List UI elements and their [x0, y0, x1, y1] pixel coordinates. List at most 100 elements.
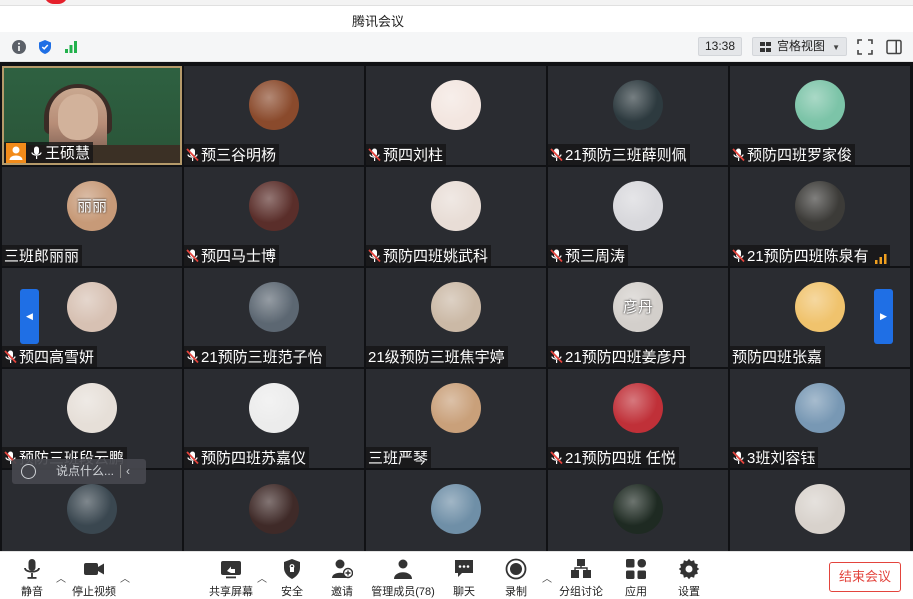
breakout-icon [570, 558, 592, 580]
participant-tile[interactable]: 预三谷明杨 [184, 66, 364, 165]
participant-name: 三班郎丽丽 [4, 248, 80, 265]
participant-name-bar: 预防四班罗家俊 [730, 144, 856, 165]
network-signal-icon[interactable] [62, 38, 79, 55]
participant-tile[interactable]: 王硕慧 [2, 66, 182, 165]
collapse-chevron-icon[interactable]: ‹ [126, 459, 130, 484]
participant-name-bar: 21预防四班姜彦丹 [548, 346, 690, 367]
avatar [613, 383, 663, 433]
participant-name-bar: 21预防三班薛则佩 [548, 144, 690, 165]
participant-tile[interactable]: 预防四班姚武科 [366, 167, 546, 266]
participant-name: 预三周涛 [565, 248, 626, 265]
chat-placeholder: 说点什么... [56, 464, 115, 478]
avatar [613, 181, 663, 231]
participant-tile[interactable]: 丽丽三班郎丽丽 [2, 167, 182, 266]
participant-tile[interactable] [366, 470, 546, 551]
grid-view-icon [760, 42, 771, 52]
participant-name: 21预防四班 任悦 [565, 450, 676, 467]
share-options-chevron-icon[interactable]: ︿ [257, 570, 267, 585]
participant-tile[interactable] [548, 470, 728, 551]
previous-page-button[interactable]: ◀ [20, 289, 39, 344]
record-button[interactable]: 录制 [502, 558, 530, 598]
avatar [249, 383, 299, 433]
microphone-icon [30, 146, 43, 160]
participant-name-bar: 21级预防三班焦宇婷 [366, 346, 508, 367]
participant-tile[interactable]: 预三周涛 [548, 167, 728, 266]
info-icon[interactable] [10, 38, 27, 55]
participant-tile[interactable]: 21级预防三班焦宇婷 [366, 268, 546, 367]
avatar [67, 383, 117, 433]
participant-tile[interactable]: 预防四班罗家俊 [730, 66, 910, 165]
muted-microphone-icon [186, 450, 199, 465]
participant-tile[interactable]: 21预防三班范子怡 [184, 268, 364, 367]
audio-options-chevron-icon[interactable]: ︿ [56, 570, 66, 585]
participant-tile[interactable]: 3班刘容钰 [730, 369, 910, 468]
participant-tile[interactable]: 21预防三班薛则佩 [548, 66, 728, 165]
participant-tile[interactable]: 三班严琴 [366, 369, 546, 468]
breakout-rooms-button[interactable]: 分组讨论 [558, 558, 604, 598]
avatar [613, 80, 663, 130]
record-label: 录制 [505, 586, 527, 598]
manage-members-button[interactable]: 管理成员(78) [370, 558, 436, 598]
chevron-right-icon: ▶ [880, 311, 887, 321]
avatar [249, 282, 299, 332]
stop-video-button[interactable]: 停止视频 [70, 558, 118, 598]
avatar [431, 484, 481, 534]
divider [120, 465, 121, 478]
participant-name-bar: 预三周涛 [548, 245, 629, 266]
share-screen-icon [220, 558, 242, 580]
muted-microphone-icon [550, 349, 563, 364]
participant-tile[interactable]: 预四马士博 [184, 167, 364, 266]
share-screen-label: 共享屏幕 [209, 586, 253, 598]
avatar [795, 181, 845, 231]
security-button[interactable]: 安全 [278, 558, 306, 598]
record-options-chevron-icon[interactable]: ︿ [542, 570, 552, 585]
record-icon [505, 558, 527, 580]
end-meeting-button[interactable]: 结束会议 [829, 562, 901, 592]
share-screen-button[interactable]: 共享屏幕 [207, 558, 255, 598]
invite-label: 邀请 [331, 586, 353, 598]
next-page-button[interactable]: ▶ [874, 289, 893, 344]
avatar: 丽丽 [67, 181, 117, 231]
participant-tile[interactable]: 预四刘柱 [366, 66, 546, 165]
apps-button[interactable]: 应用 [622, 558, 650, 598]
shield-icon[interactable] [36, 38, 53, 55]
emoji-icon[interactable] [21, 464, 36, 479]
settings-button[interactable]: 设置 [675, 558, 703, 598]
avatar-text: 丽丽 [76, 198, 107, 215]
participant-name-bar: 21预防三班范子怡 [184, 346, 326, 367]
chat-label: 聊天 [453, 586, 475, 598]
chat-input[interactable]: 说点什么... ‹ [12, 459, 146, 484]
participant-name: 21预防三班范子怡 [201, 349, 323, 366]
participant-name: 王硕慧 [45, 145, 91, 162]
view-mode-label: 宫格视图 [777, 39, 826, 53]
host-badge-icon [6, 142, 26, 163]
participant-tile[interactable]: 21预防四班 任悦 [548, 369, 728, 468]
meeting-window: 腾讯会议 13:38 宫格视图 ▼ 王硕慧 预三谷明杨 预四刘柱 21预防三班薛则佩预… [0, 0, 913, 599]
security-label: 安全 [281, 586, 303, 598]
participant-tile[interactable] [184, 470, 364, 551]
participant-name: 预四高雪妍 [19, 349, 95, 366]
participant-tile[interactable]: 彦丹 21预防四班姜彦丹 [548, 268, 728, 367]
chat-bubble-icon [453, 558, 475, 580]
participant-name: 3班刘容钰 [747, 450, 816, 467]
participant-name-bar: 21预防四班陈泉有 [730, 245, 890, 266]
participant-tile[interactable]: 21预防四班陈泉有 [730, 167, 910, 266]
participant-tile[interactable] [730, 470, 910, 551]
participant-name: 21预防三班薛则佩 [565, 147, 687, 164]
video-options-chevron-icon[interactable]: ︿ [120, 570, 130, 585]
participant-name-bar: 三班郎丽丽 [2, 245, 83, 266]
side-panel-toggle-icon[interactable] [886, 39, 902, 55]
avatar [249, 484, 299, 534]
mute-button[interactable]: 静音 [18, 558, 46, 598]
chat-button[interactable]: 聊天 [450, 558, 478, 598]
participant-name-bar: 预四高雪妍 [2, 346, 98, 367]
fullscreen-icon[interactable] [857, 39, 873, 55]
settings-label: 设置 [678, 586, 700, 598]
participant-name-bar: 三班严琴 [366, 447, 432, 468]
participant-name: 21预防四班陈泉有 [747, 248, 869, 265]
participant-tile[interactable]: 预防四班苏嘉仪 [184, 369, 364, 468]
invite-button[interactable]: 邀请 [328, 558, 356, 598]
participant-tile[interactable]: 预防三班段云鹏 [2, 369, 182, 468]
stop-video-label: 停止视频 [72, 586, 116, 598]
view-mode-dropdown[interactable]: 宫格视图 ▼ [752, 37, 847, 56]
